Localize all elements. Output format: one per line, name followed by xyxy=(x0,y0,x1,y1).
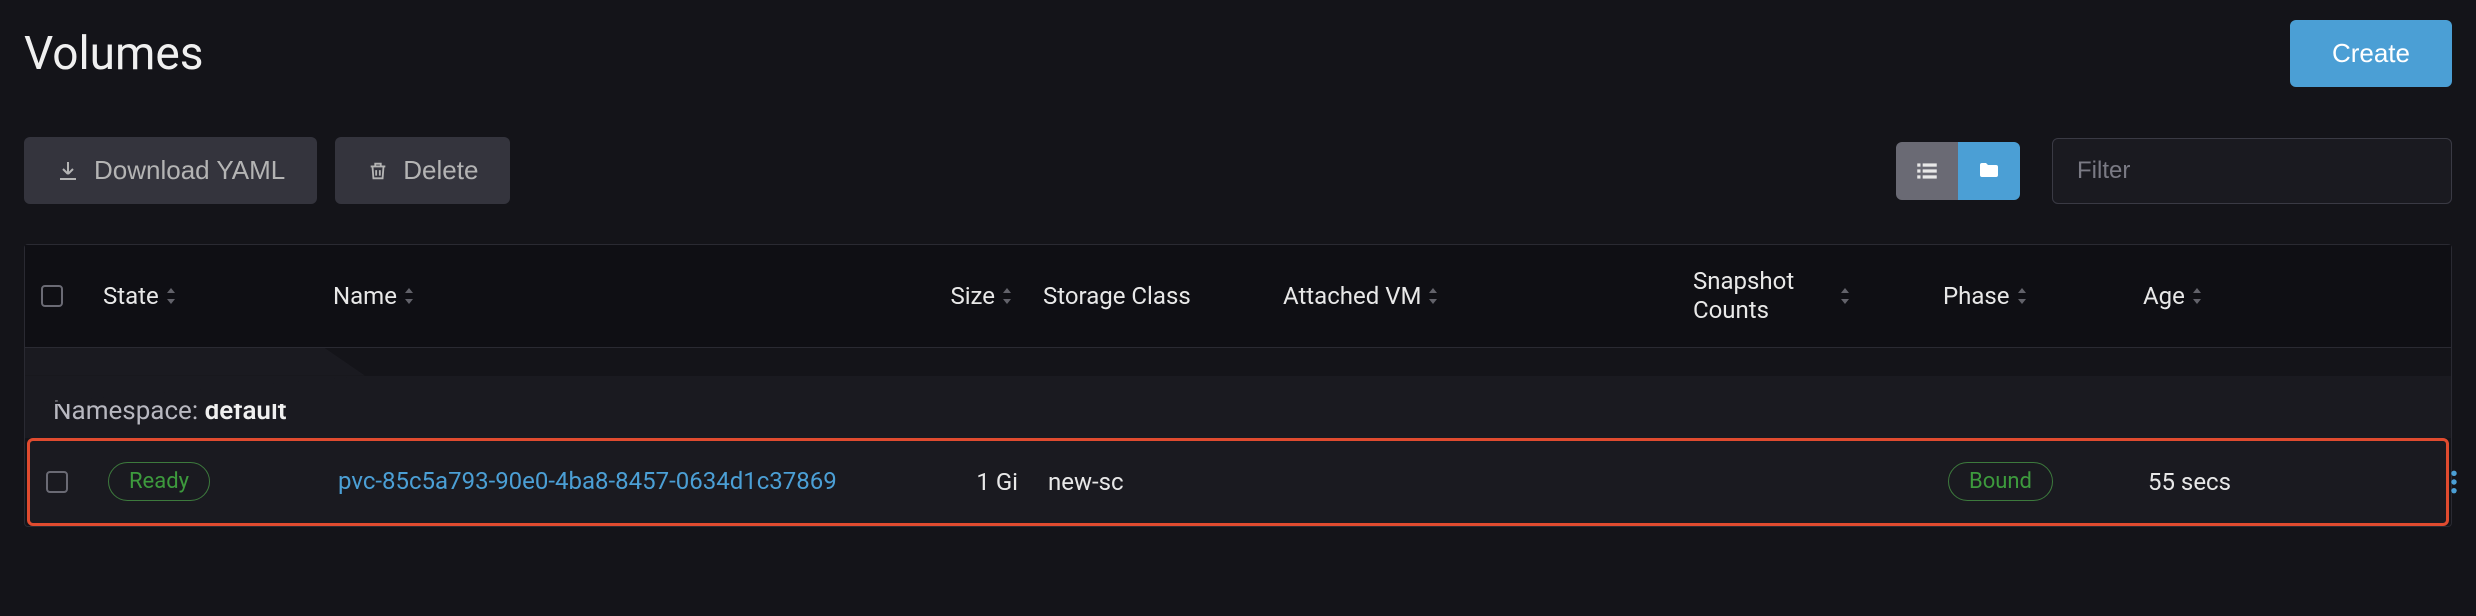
toolbar: Download YAML Delete xyxy=(24,137,2452,204)
column-age[interactable]: Age xyxy=(2143,282,2373,310)
folder-view-button[interactable] xyxy=(1958,142,2020,200)
column-attached-vm-label: Attached VM xyxy=(1283,282,1421,310)
column-size-label: Size xyxy=(950,282,995,310)
column-snapshot-counts-label: Snapshot Counts xyxy=(1693,267,1833,325)
row-select-cell xyxy=(46,471,108,493)
sort-icon xyxy=(1427,288,1439,304)
row-size-cell: 1 Gi xyxy=(858,468,1018,496)
column-age-label: Age xyxy=(2143,282,2185,310)
toolbar-left: Download YAML Delete xyxy=(24,137,510,204)
column-phase[interactable]: Phase xyxy=(1943,282,2143,310)
trash-icon xyxy=(367,160,389,182)
view-toggle xyxy=(1896,142,2020,200)
sort-icon xyxy=(1001,288,1013,304)
volumes-table: State Name Size Storage Class xyxy=(24,244,2452,527)
sort-icon xyxy=(1839,288,1851,304)
folder-icon xyxy=(1977,159,2001,183)
namespace-label: Namespace: xyxy=(53,396,205,426)
sort-icon xyxy=(165,288,177,304)
namespace-group-header: Namespace: default xyxy=(25,376,2451,438)
column-phase-label: Phase xyxy=(1943,282,2010,310)
row-phase-cell: Bound xyxy=(1948,462,2148,501)
select-all-checkbox[interactable] xyxy=(41,285,63,307)
select-all-cell xyxy=(41,285,103,307)
delete-label: Delete xyxy=(403,155,478,186)
create-button[interactable]: Create xyxy=(2290,20,2452,87)
row-storage-class-cell: new-sc xyxy=(1018,468,1288,496)
state-badge: Ready xyxy=(108,462,210,501)
filter-input[interactable] xyxy=(2052,138,2452,204)
phase-badge: Bound xyxy=(1948,462,2053,501)
toolbar-right xyxy=(1896,138,2452,204)
column-name[interactable]: Name xyxy=(333,282,853,310)
row-name-cell: pvc-85c5a793-90e0-4ba8-8457-0634d1c37869 xyxy=(338,466,858,497)
table-header-row: State Name Size Storage Class xyxy=(25,245,2451,348)
page-title: Volumes xyxy=(24,27,204,81)
column-state[interactable]: State xyxy=(103,282,333,310)
row-state-cell: Ready xyxy=(108,462,338,501)
column-storage-class[interactable]: Storage Class xyxy=(1013,282,1283,310)
column-state-label: State xyxy=(103,282,159,310)
row-age-cell: 55 secs xyxy=(2148,468,2378,496)
column-size[interactable]: Size xyxy=(853,282,1013,310)
sort-icon xyxy=(2191,288,2203,304)
namespace-group: Namespace: default Ready pvc-85c5a793-90… xyxy=(25,376,2451,526)
download-yaml-label: Download YAML xyxy=(94,155,285,186)
column-snapshot-counts[interactable]: Snapshot Counts xyxy=(1693,267,1943,325)
download-yaml-button[interactable]: Download YAML xyxy=(24,137,317,204)
column-storage-class-label: Storage Class xyxy=(1043,282,1191,310)
column-name-label: Name xyxy=(333,282,397,310)
delete-button[interactable]: Delete xyxy=(335,137,510,204)
volume-name-link[interactable]: pvc-85c5a793-90e0-4ba8-8457-0634d1c37869 xyxy=(338,467,837,495)
download-icon xyxy=(56,159,80,183)
row-checkbox[interactable] xyxy=(46,471,68,493)
table-row[interactable]: Ready pvc-85c5a793-90e0-4ba8-8457-0634d1… xyxy=(27,438,2449,526)
column-attached-vm[interactable]: Attached VM xyxy=(1283,282,1693,310)
list-view-button[interactable] xyxy=(1896,142,1958,200)
sort-icon xyxy=(2016,288,2028,304)
row-actions-cell xyxy=(2378,461,2476,503)
page-header: Volumes Create xyxy=(24,20,2452,87)
namespace-value: default xyxy=(205,396,287,426)
group-tab xyxy=(25,348,365,376)
kebab-icon xyxy=(2450,469,2458,495)
row-actions-menu-button[interactable] xyxy=(2442,461,2466,503)
sort-icon xyxy=(403,288,415,304)
list-icon xyxy=(1914,158,1940,184)
